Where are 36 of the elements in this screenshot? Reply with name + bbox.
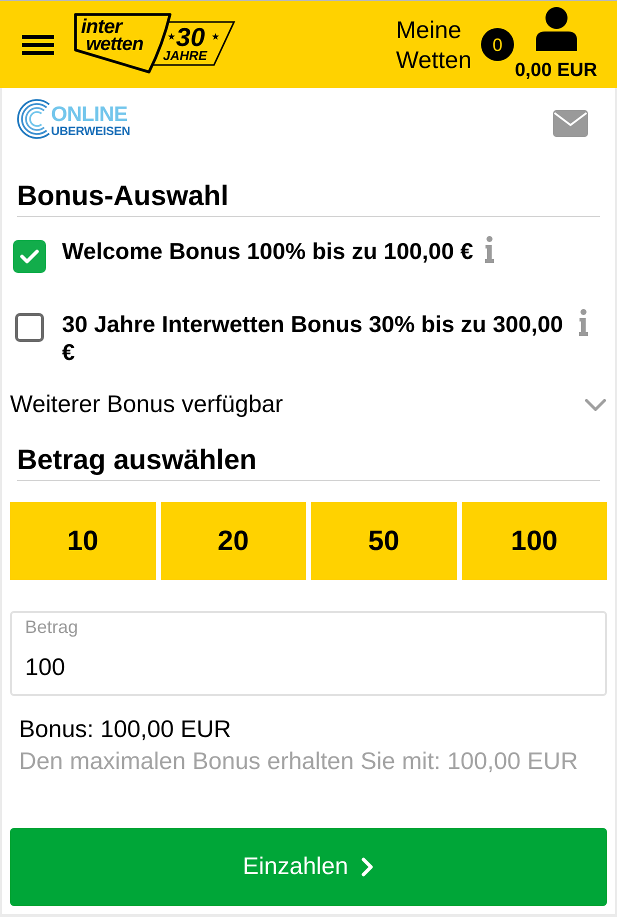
- checkbox[interactable]: [12, 240, 46, 273]
- amount-button[interactable]: 100: [462, 502, 607, 580]
- amount-button[interactable]: 20: [160, 502, 306, 580]
- bonus-option-label: Welcome Bonus 100% bis zu 100,00 €: [62, 237, 474, 265]
- checkbox[interactable]: [14, 313, 44, 342]
- logo-text: ONLINE: [51, 104, 128, 125]
- section-title: Betrag auswählen: [17, 444, 258, 476]
- mail-icon[interactable]: [553, 110, 588, 137]
- logo-frame-drawing[interactable]: [74, 13, 236, 74]
- info-icon[interactable]: [578, 309, 589, 336]
- amount-button[interactable]: 10: [10, 502, 156, 580]
- user-icon[interactable]: [536, 7, 576, 51]
- menu-icon[interactable]: [22, 34, 54, 54]
- star-icon: [168, 33, 175, 40]
- amount-input[interactable]: 100: [25, 654, 592, 682]
- floating-label: Betrag: [25, 617, 78, 637]
- bonus-option-label: 30 Jahre Interwetten Bonus 30% bis zu 300,00 €: [62, 310, 564, 366]
- concentric-arcs-icon: [17, 99, 51, 139]
- star-icon: [212, 33, 219, 40]
- max-bonus-hint: Den maximalen Bonus erhalten Sie mit: 100,00 EUR: [19, 747, 579, 777]
- logo-wordmark-line: inter: [81, 17, 122, 37]
- bet-count-badge: 0: [481, 28, 514, 61]
- section-title: Bonus-Auswahl: [17, 180, 230, 212]
- amount-field[interactable]: Betrag 100: [10, 611, 607, 696]
- anniversary-number: 30: [176, 24, 205, 50]
- logo-wordmark-line: wetten: [86, 35, 144, 54]
- anniversary-label: JAHRE: [163, 49, 208, 62]
- check-icon: [20, 249, 38, 264]
- more-bonus-toggle[interactable]: Weiterer Bonus verfügbar: [10, 391, 607, 419]
- info-icon[interactable]: [484, 236, 496, 263]
- chevron-right-icon: [361, 857, 374, 877]
- amount-button[interactable]: 50: [311, 502, 456, 580]
- bonus-amount-text: Bonus: 100,00 EUR: [19, 715, 232, 745]
- my-bets-link[interactable]: Meine Wetten: [396, 16, 476, 76]
- logo-text: UBERWEISEN: [51, 125, 130, 137]
- account-balance: 0,00 EUR: [514, 60, 598, 82]
